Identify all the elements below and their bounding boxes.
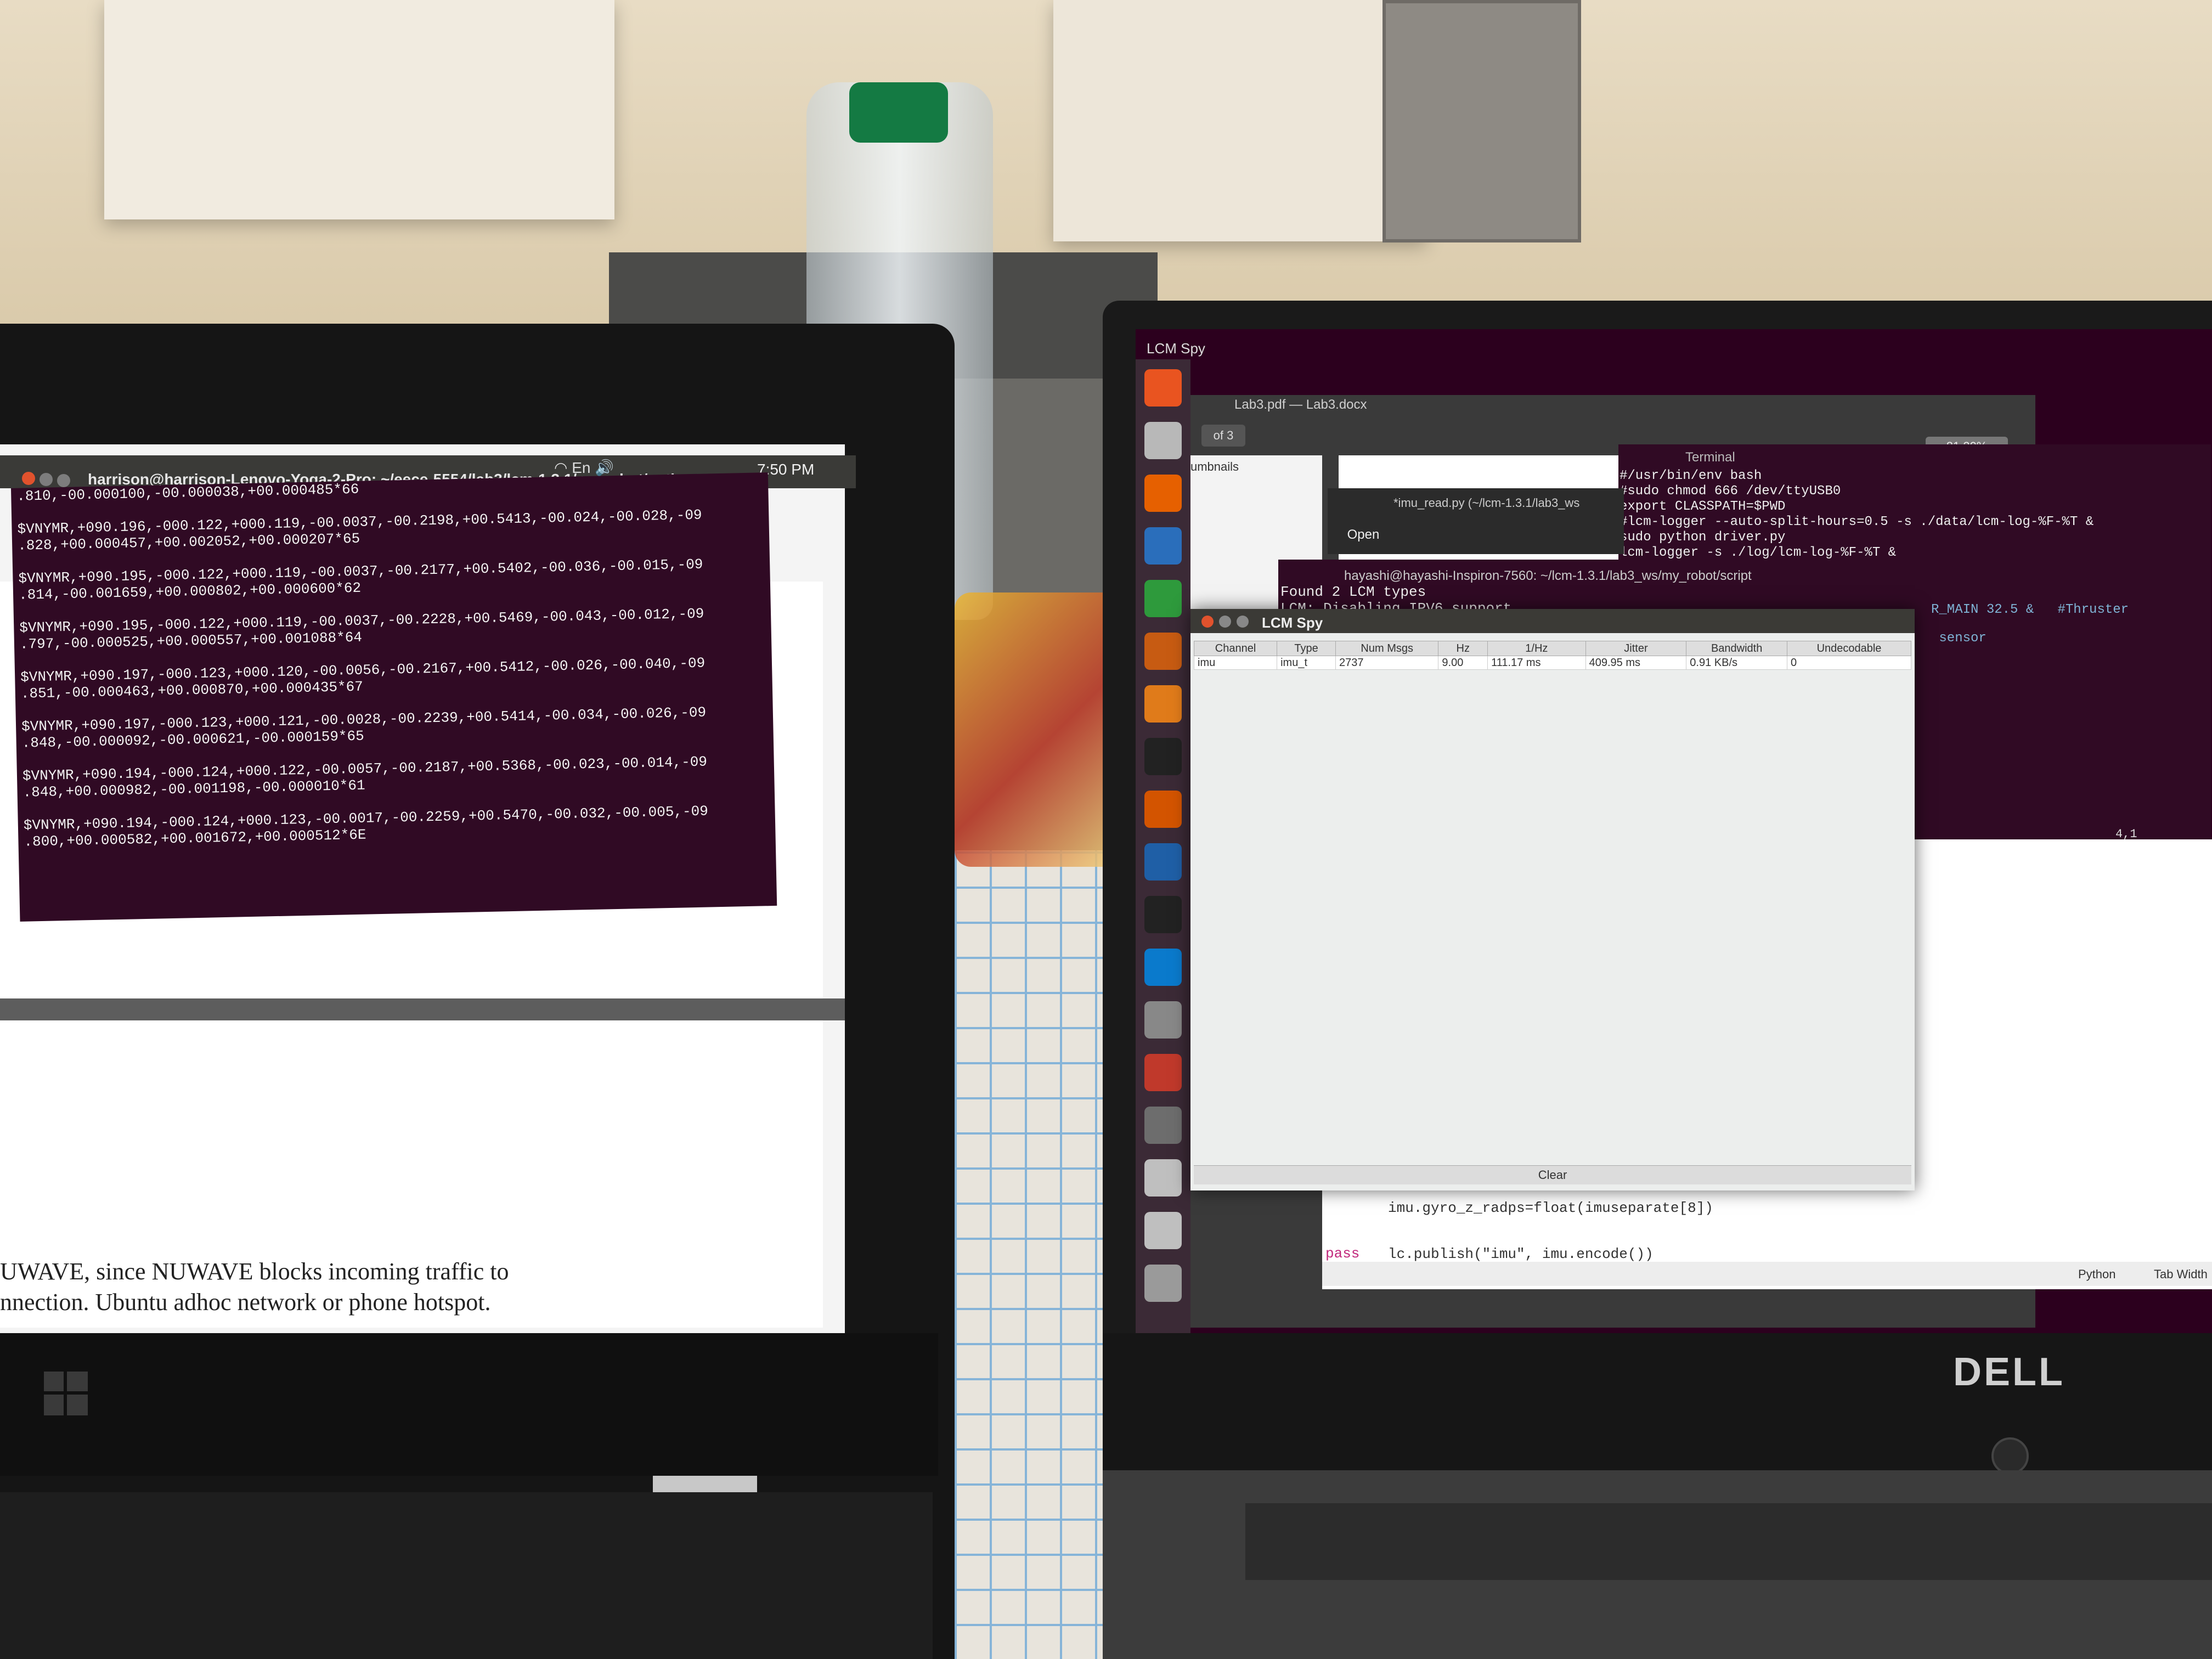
column-header[interactable]: Channel [1193, 641, 1278, 656]
vscode-icon[interactable] [1144, 949, 1182, 986]
table-cell: 0 [1787, 656, 1911, 670]
calc-icon[interactable] [1144, 580, 1182, 617]
editor-title: *imu_read.py (~/lcm-1.3.1/lab3_ws [1393, 496, 1580, 510]
column-header[interactable]: Type [1277, 641, 1336, 656]
column-header[interactable]: Bandwidth [1686, 641, 1787, 656]
system-tray: ◠ En 🔊 [554, 459, 614, 477]
webcam [1991, 1437, 2029, 1475]
table-cell: 0.91 KB/s [1686, 656, 1787, 670]
maximize-icon[interactable] [1237, 616, 1249, 628]
dell-logo: DELL [1953, 1350, 2065, 1394]
power-outlet [1383, 0, 1581, 242]
software-center-icon[interactable] [1144, 685, 1182, 723]
lcm-spy-title: LCM Spy [1262, 614, 1323, 631]
amazon-icon[interactable] [1144, 738, 1182, 775]
document-text: UWAVE, since NUWAVE blocks incoming traf… [0, 1256, 768, 1318]
input-lang[interactable]: En [572, 459, 590, 476]
cabinet [104, 0, 614, 219]
settings-icon[interactable] [1144, 791, 1182, 828]
terminal-text: R_MAIN 32.5 & #Thruster sensor [1931, 602, 2129, 646]
laptop-hinge [653, 1476, 757, 1492]
trash-icon[interactable] [1144, 1265, 1182, 1302]
column-header[interactable]: Undecodable [1787, 641, 1911, 656]
gimp-icon[interactable] [1144, 1107, 1182, 1144]
maximize-icon[interactable] [57, 474, 70, 487]
terminal-icon[interactable] [1144, 896, 1182, 933]
table-cell: imu_t [1277, 656, 1336, 670]
language-selector[interactable]: Python [2078, 1267, 2116, 1282]
files-icon[interactable] [1144, 422, 1182, 459]
laptop-hinge [1245, 1503, 2212, 1580]
page-indicator[interactable]: of 3 [1201, 425, 1245, 447]
bottle-cap [849, 82, 948, 143]
terminal-title: hayashi@hayashi-Inspiron-7560: ~/lcm-1.3… [1344, 568, 1752, 583]
table-cell: 409.95 ms [1585, 656, 1687, 670]
minimize-icon[interactable] [40, 473, 53, 486]
laptop-keyboard-base [0, 1492, 933, 1659]
clear-button[interactable]: Clear [1194, 1165, 1911, 1184]
unity-launcher [1136, 359, 1190, 1333]
document-line: nnection. Ubuntu adhoc network or phone … [0, 1289, 491, 1316]
drive-icon[interactable] [1144, 1159, 1182, 1197]
terminal-output[interactable]: .810,-00.000100,-00.000038,+00.000485*66… [11, 472, 777, 922]
windows-logo-icon [44, 1372, 88, 1415]
impress-icon[interactable] [1144, 633, 1182, 670]
column-header[interactable]: 1/Hz [1487, 641, 1586, 656]
laptop-bezel [0, 1333, 938, 1476]
cabinet [1053, 0, 1426, 241]
minimize-icon[interactable] [1219, 616, 1231, 628]
wifi-icon[interactable]: ◠ [554, 459, 567, 476]
panel-app-title: LCM Spy [1147, 340, 1205, 357]
writer-icon[interactable] [1144, 527, 1182, 565]
volume-icon[interactable]: 🔊 [595, 459, 614, 476]
code-line: imu.gyro_z_radps=float(imuseparate[8]) [1388, 1200, 1713, 1216]
evince-icon[interactable] [1144, 1054, 1182, 1091]
terminal-title: Terminal [1685, 450, 1735, 465]
page-divider [0, 998, 845, 1020]
drive-icon[interactable] [1144, 1212, 1182, 1249]
thumbnails-label[interactable]: umbnails [1190, 460, 1239, 474]
column-header[interactable]: Hz [1438, 641, 1488, 656]
table-body: imu imu_t 2737 9.00 111.17 ms 409.95 ms 0.91 K… [1193, 656, 1911, 670]
close-icon[interactable] [1201, 616, 1214, 628]
text-editor-icon[interactable] [1144, 1001, 1182, 1039]
firefox-icon[interactable] [1144, 475, 1182, 512]
pdf-title: Lab3.pdf — Lab3.docx [1234, 397, 1367, 412]
lcm-spy-window [1190, 609, 1915, 1190]
ubuntu-dash-icon[interactable] [1144, 369, 1182, 407]
table-cell: 9.00 [1438, 656, 1488, 670]
terminal-text: #/usr/bin/env bash #sudo chmod 666 /dev/… [1620, 469, 2094, 560]
code-keyword: pass [1325, 1245, 1360, 1262]
tab-width-selector[interactable]: Tab Width [2154, 1267, 2208, 1282]
table-cell: 2737 [1335, 656, 1439, 670]
close-icon[interactable] [22, 472, 35, 485]
column-header[interactable]: Jitter [1585, 641, 1687, 656]
channel-table[interactable]: Channel Type Num Msgs Hz 1/Hz Jitter Bandwidth… [1193, 641, 1911, 670]
matlab-icon[interactable] [1144, 843, 1182, 881]
column-header[interactable]: Num Msgs [1335, 641, 1439, 656]
table-row[interactable]: imu imu_t 2737 9.00 111.17 ms 409.95 ms 0.91 K… [1193, 656, 1911, 670]
table-header-row: Channel Type Num Msgs Hz 1/Hz Jitter Bandwidth… [1193, 641, 1911, 656]
document-line: UWAVE, since NUWAVE blocks incoming traf… [0, 1258, 509, 1285]
table-cell: 111.17 ms [1487, 656, 1586, 670]
open-button[interactable]: Open [1328, 521, 1399, 549]
snack-bag [955, 592, 1119, 867]
table-cell: imu [1193, 656, 1278, 670]
